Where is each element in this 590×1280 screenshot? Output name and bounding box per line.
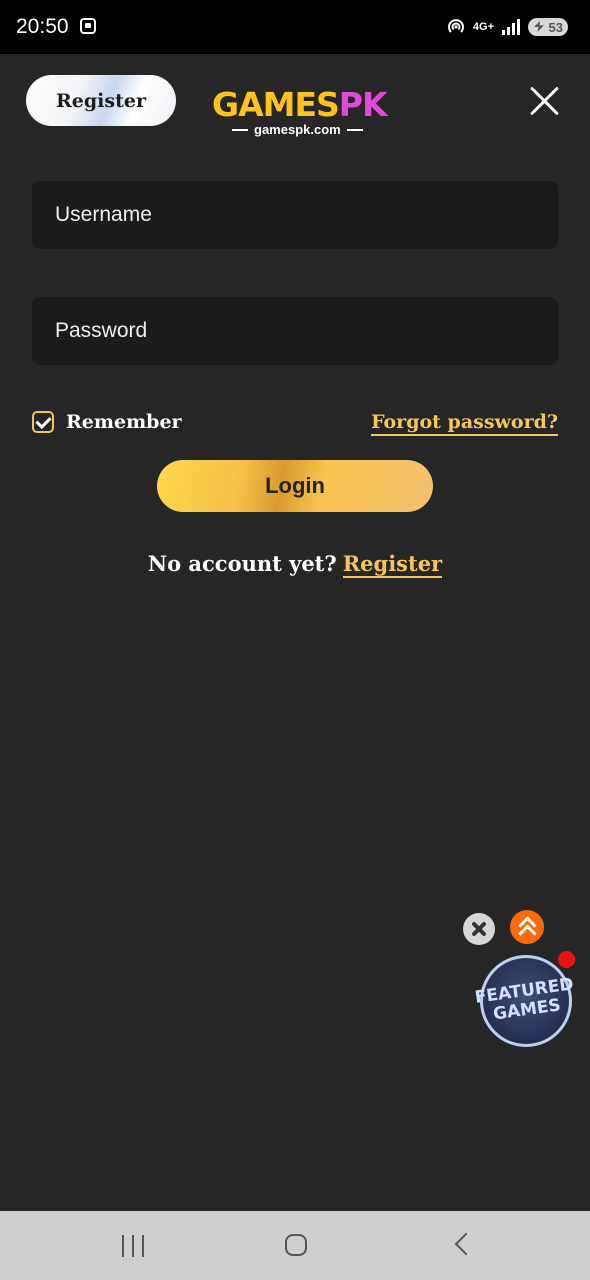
screenshot-icon — [80, 18, 96, 34]
recent-apps-icon[interactable] — [122, 1235, 144, 1257]
logo: GAMES PK gamespk.com — [212, 85, 388, 142]
password-field[interactable] — [32, 297, 558, 365]
system-nav-bar — [0, 1211, 590, 1280]
scroll-to-top-icon[interactable] — [510, 910, 544, 944]
username-field[interactable] — [32, 181, 558, 249]
logo-domain: gamespk.com — [254, 122, 341, 137]
logo-dash — [232, 128, 248, 131]
logo-pk-text: PK — [338, 85, 388, 124]
signal-icon — [502, 19, 520, 35]
close-icon[interactable] — [528, 84, 562, 118]
notification-dot — [558, 951, 575, 968]
network-type: 4G+ — [472, 21, 494, 33]
logo-domain-row: gamespk.com — [232, 122, 382, 137]
hotspot-icon — [447, 18, 465, 36]
password-input[interactable] — [53, 318, 537, 344]
status-icons: 4G+ 53 — [447, 14, 568, 40]
logo-games-text: GAMES — [212, 85, 340, 124]
charging-bolt-icon — [534, 21, 544, 32]
status-time: 20:50 — [16, 15, 69, 38]
dismiss-float-icon[interactable] — [463, 913, 495, 945]
header: Register GAMES PK gamespk.com — [0, 54, 590, 154]
remember-checkbox[interactable] — [32, 411, 54, 433]
remember-me-toggle[interactable]: Remember — [32, 411, 182, 433]
logo-dash — [346, 128, 363, 131]
back-icon[interactable] — [454, 1232, 478, 1256]
remember-label: Remember — [66, 411, 182, 433]
no-account-text: No account yet? — [147, 551, 337, 576]
signup-prompt: No account yet? Register — [0, 551, 590, 578]
username-input[interactable] — [53, 202, 537, 228]
register-link[interactable]: Register — [342, 551, 443, 578]
featured-games-badge[interactable]: FEATURED GAMES — [474, 955, 575, 1047]
login-button[interactable]: Login — [157, 460, 433, 512]
register-button[interactable]: Register — [26, 75, 176, 126]
forgot-password-link[interactable]: Forgot password? — [371, 411, 558, 436]
battery-icon: 53 — [528, 18, 568, 36]
logo-wordmark: GAMES PK — [212, 85, 388, 124]
featured-games-text: FEATURED GAMES — [474, 974, 578, 1026]
status-bar: 20:50 4G+ 53 — [0, 0, 590, 54]
battery-level: 53 — [548, 19, 563, 35]
home-icon[interactable] — [285, 1234, 307, 1256]
